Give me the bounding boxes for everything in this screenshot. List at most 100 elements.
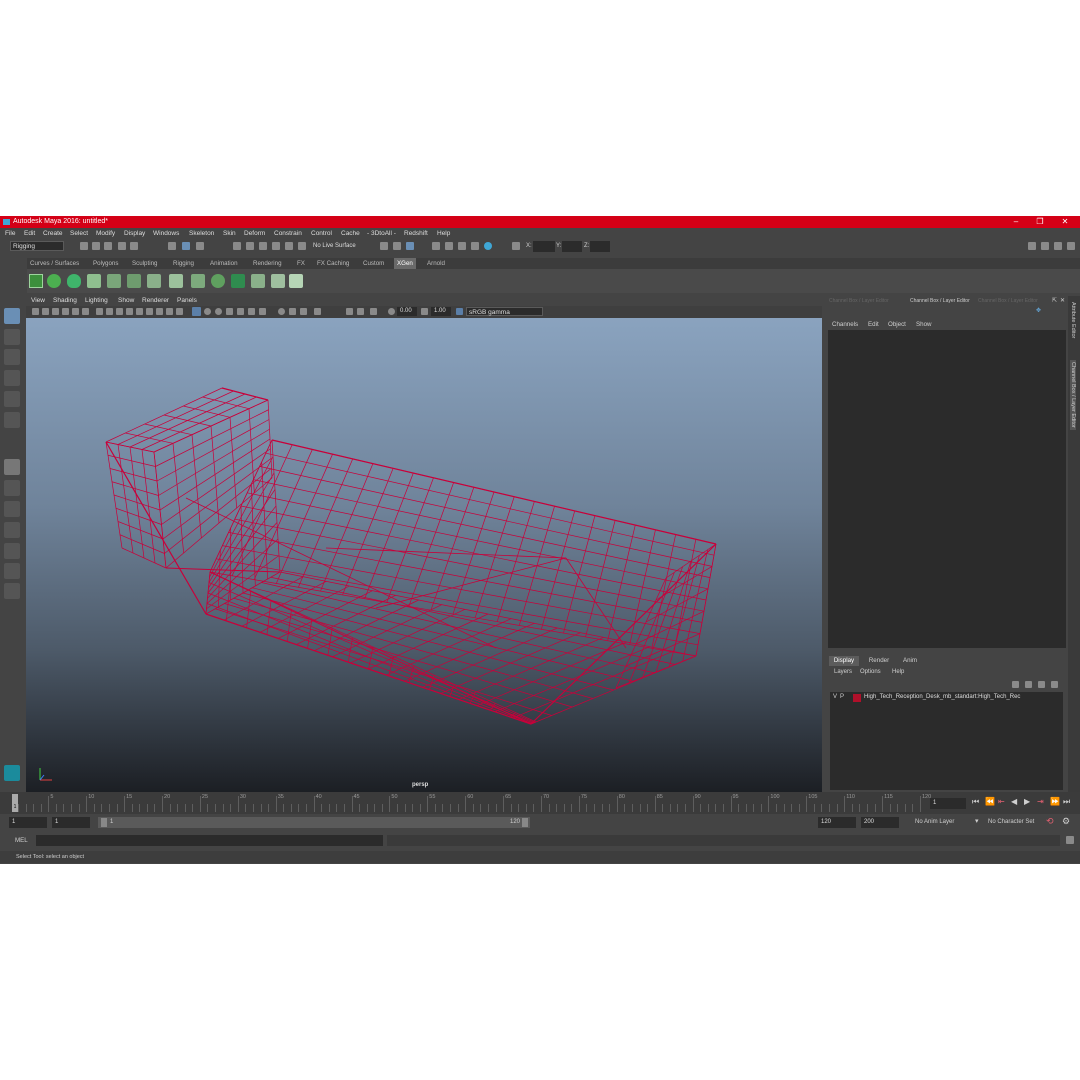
current-frame-field[interactable]: 1 [930,798,966,809]
anim-layer-menu-icon[interactable]: ▾ [975,817,979,825]
cut-guide-icon[interactable] [191,274,205,288]
attribute-editor-side-tab[interactable]: Attribute Editor [1070,302,1076,338]
safe-action-icon[interactable] [146,308,153,315]
new-layer-selected-icon[interactable] [1051,681,1058,688]
shelf-tab-animation[interactable]: Animation [207,258,241,269]
shelf-tab-custom[interactable]: Custom [360,258,387,269]
exposure-icon[interactable] [388,308,395,315]
step-back-frame-icon[interactable]: ⏪ [985,797,995,806]
mode-menu-dropdown[interactable]: Rigging [10,241,64,251]
object-menu[interactable]: Object [888,321,906,328]
paint-select-tool-icon[interactable] [4,349,20,365]
persp-outliner-layout-icon[interactable] [4,501,20,517]
go-to-end-icon[interactable]: ⏭ [1063,797,1070,807]
xray-components-icon[interactable] [357,308,364,315]
outliner-persp-layout-icon[interactable] [4,563,20,579]
help-menu[interactable]: Help [892,669,904,675]
modeling-toolkit-icon[interactable] [1028,242,1036,250]
menu-windows[interactable]: Windows [153,228,179,239]
time-slider[interactable]: 1 5 10 15 20 25 30 35 40 45 50 55 60 65 70 75 80 85 90 95 1… [0,792,1080,814]
panel-menu-panels[interactable]: Panels [177,296,197,306]
transform-mode-icon[interactable] [512,242,520,250]
play-forwards-icon[interactable]: ▶ [1024,797,1030,806]
resolution-gate-icon[interactable] [116,308,123,315]
character-set-dropdown[interactable]: No Character Set [988,819,1034,825]
move-layer-down-icon[interactable] [1025,681,1032,688]
go-to-start-icon[interactable]: ⏮ [972,797,979,807]
options-menu[interactable]: Options [860,669,881,675]
multisample-aa-icon[interactable] [289,308,296,315]
move-tool-icon[interactable] [4,370,20,386]
close-button[interactable]: ✕ [1053,216,1077,228]
layer-playback-toggle[interactable]: P [840,694,844,700]
step-forward-frame-icon[interactable]: ⏩ [1050,797,1060,806]
menu-skeleton[interactable]: Skeleton [189,228,214,239]
lasso-tool-icon[interactable] [4,329,20,345]
isolate-select-icon[interactable] [314,308,321,315]
panel-menu-renderer[interactable]: Renderer [142,296,169,306]
snap-surface-icon[interactable] [285,242,293,250]
gamma-field[interactable]: 1.00 [431,307,451,316]
sculpt-guide-icon[interactable] [147,274,161,288]
xgen-library-icon[interactable] [67,274,81,288]
shelf-tab-polygons[interactable]: Polygons [90,258,121,269]
select-object-icon[interactable] [182,242,190,250]
panel-menu-view[interactable]: View [31,296,45,306]
render-current-icon[interactable] [432,242,440,250]
shelf-tab-xgen[interactable]: XGen [394,258,416,269]
animation-preferences-icon[interactable]: ⚙ [1062,816,1070,827]
guide-noise-icon[interactable] [271,274,285,288]
animation-end-field[interactable]: 200 [861,817,899,828]
interactive-groom-icon[interactable] [211,274,225,288]
step-back-key-icon[interactable]: ⇤ [998,797,1005,806]
depth-of-field-icon[interactable] [300,308,307,315]
layer-row[interactable]: V P High_Tech_Reception_Desk_mb_standart… [830,693,1063,703]
play-backwards-icon[interactable]: ◀ [1011,797,1017,806]
four-view-layout-icon[interactable] [4,480,20,496]
layer-color-swatch[interactable] [853,694,861,702]
range-slider[interactable]: 1 120 [98,817,530,828]
open-scene-icon[interactable] [92,242,100,250]
shelf-tab-rigging[interactable]: Rigging [170,258,197,269]
step-forward-key-icon[interactable]: ⇥ [1037,797,1044,806]
channels-menu[interactable]: Channels [832,321,858,328]
menu-edit[interactable]: Edit [24,228,35,239]
shelf-tab-fx-caching[interactable]: FX Caching [314,258,352,269]
maximize-button[interactable]: ❐ [1028,216,1052,228]
scale-tool-icon[interactable] [4,412,20,428]
textured-icon[interactable] [226,308,233,315]
panel-menu-shading[interactable]: Shading [53,296,77,306]
construction-history-icon[interactable] [393,242,401,250]
attribute-editor-toggle-icon[interactable] [1041,242,1049,250]
menu-skin[interactable]: Skin [223,228,236,239]
live-surface-icon[interactable] [298,242,306,250]
range-start-handle[interactable] [101,818,107,827]
move-layer-up-icon[interactable] [1012,681,1019,688]
channel-box-side-tab[interactable]: Channel Box / Layer Editor [1070,360,1076,430]
menu-3dtoall[interactable]: - 3DtoAll - [367,228,396,239]
snap-point-icon[interactable] [259,242,267,250]
bookmark-icon[interactable] [52,308,59,315]
menu-control[interactable]: Control [311,228,332,239]
select-component-icon[interactable] [196,242,204,250]
grease-pencil-icon[interactable] [82,308,89,315]
minimize-button[interactable]: – [1004,216,1028,228]
input-output-icon[interactable] [380,242,388,250]
render-settings-icon[interactable] [458,242,466,250]
close-panel-icon[interactable]: ✕ [1060,297,1065,304]
wireframe-model[interactable] [26,318,822,792]
playback-start-field[interactable]: 1 [52,817,90,828]
snap-curve-icon[interactable] [246,242,254,250]
menu-create[interactable]: Create [43,228,63,239]
undo-icon[interactable] [118,242,126,250]
smooth-shade-icon[interactable] [204,308,211,315]
perspective-viewport[interactable]: persp [26,318,822,792]
snap-view-icon[interactable] [272,242,280,250]
shelf-tab-rendering[interactable]: Rendering [250,258,285,269]
xray-joints-icon[interactable] [346,308,353,315]
layer-tab-anim[interactable]: Anim [897,656,923,666]
animation-start-field[interactable]: 1 [9,817,47,828]
select-tool-icon[interactable] [4,308,20,324]
channel-box-tab-left[interactable]: Channel Box / Layer Editor [829,298,889,304]
new-empty-layer-icon[interactable] [1038,681,1045,688]
